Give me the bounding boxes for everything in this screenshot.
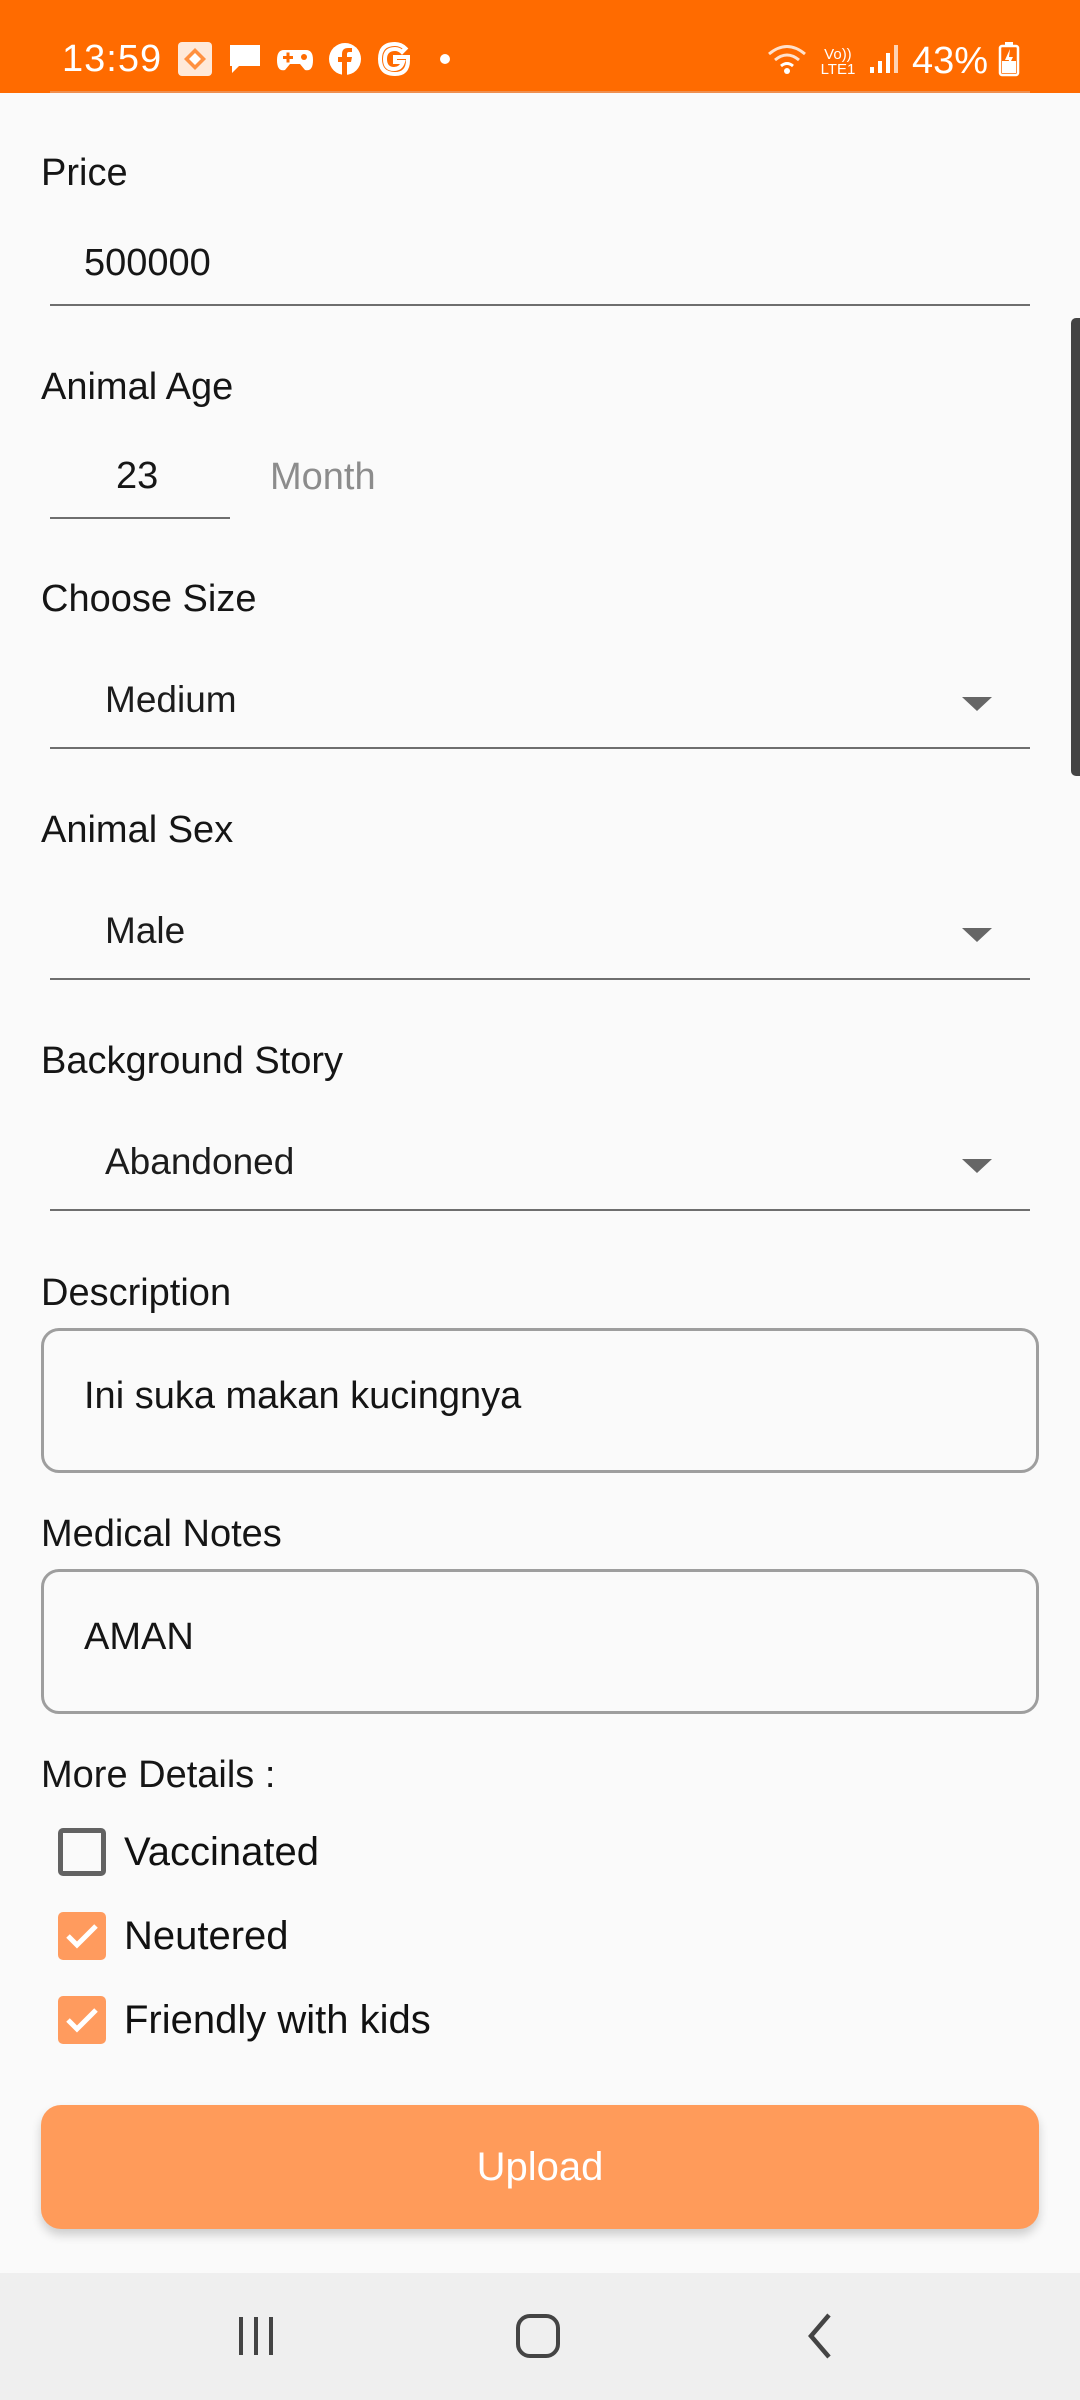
- message-icon: [226, 42, 264, 76]
- background-story-label: Background Story: [41, 1040, 344, 1082]
- app-icon: [176, 42, 214, 76]
- navigation-bar: [0, 2273, 1080, 2400]
- background-story-dropdown[interactable]: Abandoned: [50, 1121, 1030, 1211]
- animal-age-input[interactable]: 23: [116, 455, 158, 498]
- animal-age-label: Animal Age: [41, 366, 234, 408]
- battery-percent: 43%: [911, 40, 988, 82]
- battery-charging-icon: [998, 41, 1020, 82]
- scrollbar-thumb[interactable]: [1071, 318, 1080, 776]
- more-details-label: More Details :: [41, 1754, 276, 1796]
- signal-icon: [868, 43, 902, 80]
- sex-selected-value: Male: [105, 910, 186, 951]
- background-story-dropdown-underline: [50, 1209, 1030, 1211]
- recent-apps-icon[interactable]: [211, 2301, 301, 2371]
- dropdown-arrow-icon: [962, 928, 992, 942]
- animal-age-underline: [50, 517, 230, 519]
- upload-button[interactable]: Upload: [41, 2105, 1039, 2229]
- size-dropdown[interactable]: Medium: [50, 659, 1030, 749]
- vaccinated-label: Vaccinated: [124, 1829, 319, 1874]
- notification-icons: [176, 41, 450, 77]
- neutered-label: Neutered: [124, 1913, 289, 1958]
- animal-sex-label: Animal Sex: [41, 809, 234, 851]
- medical-notes-label: Medical Notes: [41, 1513, 282, 1555]
- medical-notes-value: AMAN: [84, 1616, 194, 1658]
- dropdown-arrow-icon: [962, 1159, 992, 1173]
- dot-icon: [440, 54, 450, 64]
- status-bar: 13:59 Vo)) LTE1 43%: [0, 0, 1080, 93]
- dropdown-arrow-icon: [962, 697, 992, 711]
- status-time: 13:59: [62, 38, 163, 80]
- volte-icon: Vo)) LTE1: [820, 45, 856, 78]
- checkbox-row-neutered[interactable]: Neutered: [58, 1906, 289, 1966]
- friendly-with-kids-checkbox[interactable]: [58, 1996, 106, 2044]
- medical-notes-input[interactable]: AMAN: [41, 1569, 1039, 1714]
- size-selected-value: Medium: [105, 679, 237, 720]
- checkbox-row-vaccinated[interactable]: Vaccinated: [58, 1822, 319, 1882]
- vaccinated-checkbox[interactable]: [58, 1828, 106, 1876]
- checkmark-icon: [66, 1924, 98, 1949]
- content-edge-line: [50, 91, 1030, 93]
- description-input[interactable]: Ini suka makan kucingnya: [41, 1328, 1039, 1473]
- price-input[interactable]: 500000: [84, 242, 211, 285]
- sex-dropdown[interactable]: Male: [50, 890, 1030, 980]
- price-input-underline: [50, 304, 1030, 306]
- description-label: Description: [41, 1272, 232, 1314]
- size-dropdown-underline: [50, 747, 1030, 749]
- google-icon: [376, 41, 414, 77]
- price-label: Price: [41, 152, 128, 194]
- neutered-checkbox[interactable]: [58, 1912, 106, 1960]
- checkmark-icon: [66, 2008, 98, 2033]
- facebook-icon: [326, 42, 364, 76]
- friendly-with-kids-label: Friendly with kids: [124, 1997, 431, 2042]
- system-status-icons: Vo)) LTE1 43%: [766, 40, 1020, 83]
- description-value: Ini suka makan kucingnya: [84, 1375, 522, 1417]
- age-unit-hint: Month: [270, 456, 376, 498]
- background-story-selected-value: Abandoned: [105, 1141, 295, 1182]
- wifi-icon: [766, 42, 808, 81]
- home-icon[interactable]: [493, 2301, 583, 2371]
- checkbox-row-friendly-with-kids[interactable]: Friendly with kids: [58, 1990, 431, 2050]
- sex-dropdown-underline: [50, 978, 1030, 980]
- back-icon[interactable]: [775, 2301, 865, 2371]
- choose-size-label: Choose Size: [41, 578, 257, 620]
- game-controller-icon: [276, 42, 314, 76]
